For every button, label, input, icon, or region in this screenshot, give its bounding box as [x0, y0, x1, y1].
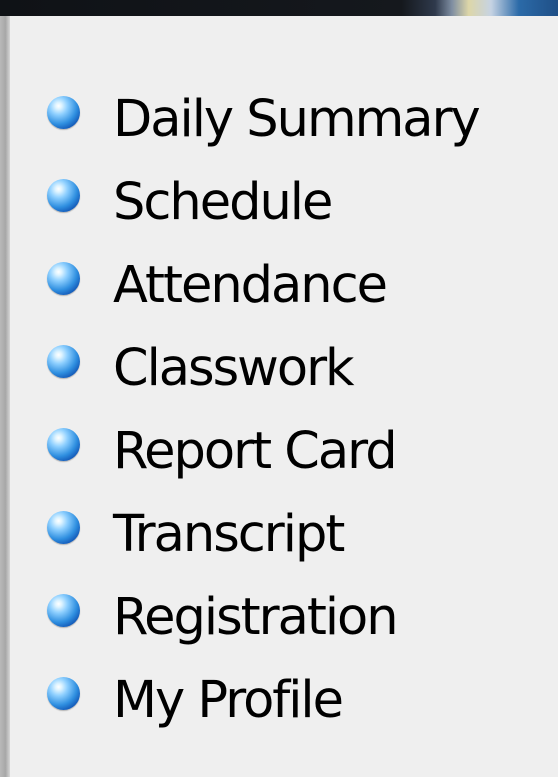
- menu-item-label: Schedule: [113, 173, 333, 232]
- menu-item-label: Report Card: [113, 422, 398, 481]
- menu-item-label: Registration: [113, 588, 399, 647]
- menu-item-label: Transcript: [113, 505, 345, 564]
- left-panel-border: [0, 16, 10, 777]
- menu-item-label: Daily Summary: [113, 90, 481, 149]
- blue-bullet-icon: [47, 594, 80, 627]
- menu-item-daily-summary[interactable]: Daily Summary: [40, 80, 540, 163]
- menu-item-label: Attendance: [113, 256, 388, 315]
- blue-bullet-icon: [47, 179, 80, 212]
- menu-item-schedule[interactable]: Schedule: [40, 163, 540, 246]
- blue-bullet-icon: [47, 428, 80, 461]
- blue-bullet-icon: [47, 345, 80, 378]
- menu-item-attendance[interactable]: Attendance: [40, 246, 540, 329]
- menu-item-classwork[interactable]: Classwork: [40, 329, 540, 412]
- menu-item-my-profile[interactable]: My Profile: [40, 661, 540, 744]
- menu-item-transcript[interactable]: Transcript: [40, 495, 540, 578]
- menu-item-label: Classwork: [113, 339, 355, 398]
- blue-bullet-icon: [47, 262, 80, 295]
- top-header-bar: [0, 0, 558, 16]
- menu-item-label: My Profile: [113, 671, 344, 730]
- blue-bullet-icon: [47, 511, 80, 544]
- blue-bullet-icon: [47, 96, 80, 129]
- menu-item-registration[interactable]: Registration: [40, 578, 540, 661]
- menu-item-report-card[interactable]: Report Card: [40, 412, 540, 495]
- blue-bullet-icon: [47, 677, 80, 710]
- navigation-menu: Daily Summary Schedule Attendance Classw…: [40, 80, 540, 744]
